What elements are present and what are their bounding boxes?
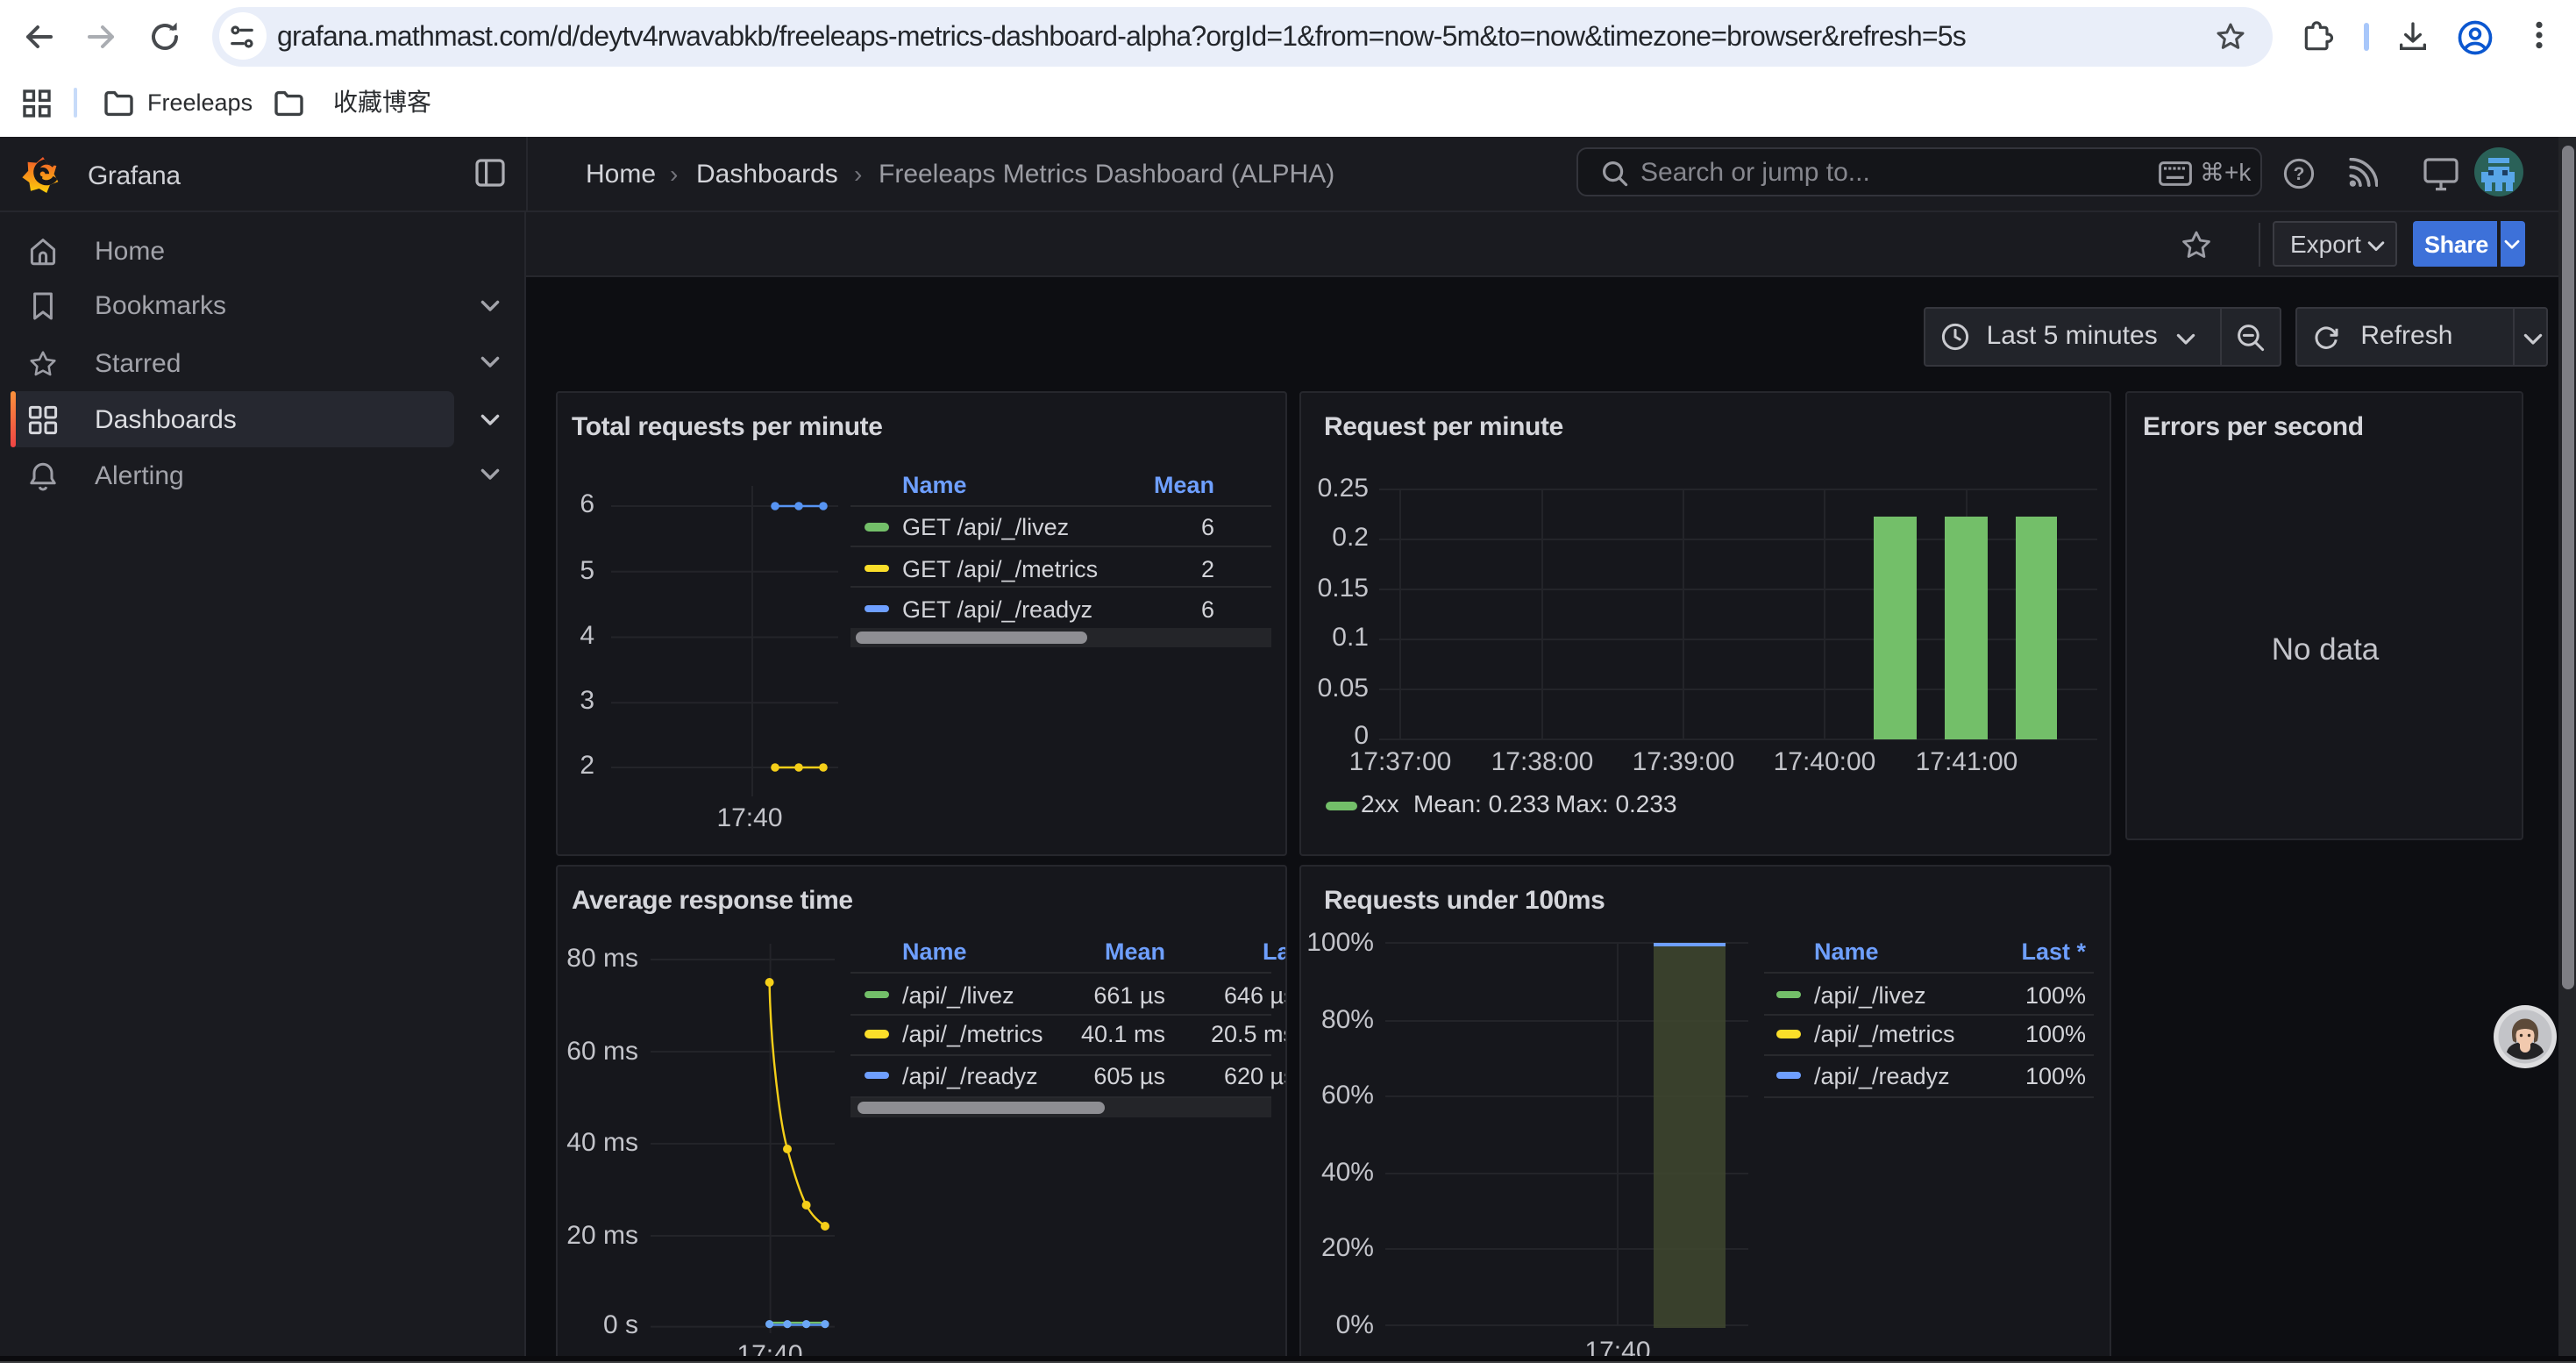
svg-text:?: ? [2294,164,2305,184]
